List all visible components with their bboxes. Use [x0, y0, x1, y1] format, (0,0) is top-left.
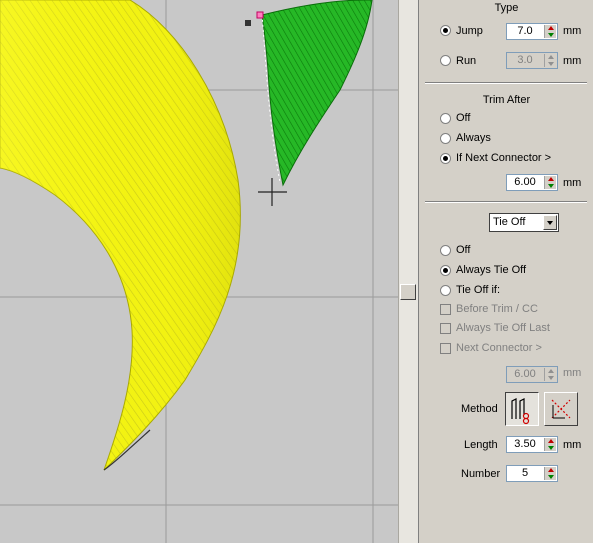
cross-tie-off-icon [551, 399, 571, 419]
always-tie-off-radio[interactable] [440, 265, 451, 276]
green-crescent-stitches[interactable] [245, 0, 373, 187]
trim-always-label: Always [456, 132, 491, 144]
section-divider [425, 201, 587, 203]
tie-off-distance-value: 6.00 [514, 368, 536, 380]
tie-off-if-radio[interactable] [440, 285, 451, 296]
spin-up-icon[interactable] [548, 55, 554, 59]
tie-off-distance-unit: mm [563, 367, 582, 379]
before-trim-checkbox[interactable] [440, 304, 451, 315]
design-view[interactable] [0, 0, 398, 543]
spin-down-icon[interactable] [548, 376, 554, 380]
spin-up-icon[interactable] [548, 369, 554, 373]
tie-off-length-unit: mm [563, 439, 582, 451]
tie-off-select-value: Tie Off [493, 216, 526, 228]
number-label: Number [461, 468, 501, 480]
next-connector-label: Next Connector > [456, 342, 542, 354]
spin-up-icon[interactable] [548, 468, 554, 472]
trim-if-next-label: If Next Connector > [456, 152, 552, 164]
tie-off-distance-stepper[interactable]: 6.00 [506, 366, 558, 383]
trim-always-radio[interactable] [440, 133, 451, 144]
spin-down-icon[interactable] [548, 475, 554, 479]
tie-off-length-value: 3.50 [514, 438, 536, 450]
jump-unit: mm [563, 25, 582, 37]
tie-off-off-label: Off [456, 244, 471, 256]
run-length-stepper[interactable]: 3.0 [506, 52, 558, 69]
tie-off-number-value: 5 [521, 467, 529, 479]
spin-up-icon[interactable] [548, 177, 554, 181]
always-tie-off-last-label: Always Tie Off Last [456, 322, 550, 334]
tie-off-select[interactable]: Tie Off [489, 213, 559, 232]
run-label: Run [456, 55, 477, 67]
tie-off-off-radio[interactable] [440, 245, 451, 256]
trim-off-radio[interactable] [440, 113, 451, 124]
design-canvas[interactable] [0, 0, 398, 543]
jump-length-value: 7.0 [517, 25, 533, 37]
tie-off-number-stepper[interactable]: 5 [506, 465, 558, 482]
spin-up-icon[interactable] [548, 26, 554, 30]
trim-after-heading: Trim After [482, 94, 531, 106]
run-unit: mm [563, 55, 582, 67]
vertical-scrollbar[interactable] [398, 0, 418, 543]
trim-length-unit: mm [563, 177, 582, 189]
spin-up-icon[interactable] [548, 439, 554, 443]
length-label: Length [464, 439, 498, 451]
trim-length-value: 6.00 [514, 176, 536, 188]
tie-off-if-label: Tie Off if: [456, 284, 501, 296]
scrollbar-thumb[interactable] [400, 284, 416, 300]
spin-down-icon[interactable] [548, 62, 554, 66]
run-length-value: 3.0 [517, 54, 533, 66]
method-zigzag-button[interactable] [505, 392, 539, 426]
section-divider [425, 82, 587, 84]
method-cross-button[interactable] [544, 392, 578, 426]
jump-radio[interactable] [440, 25, 451, 36]
type-heading: Type [494, 2, 519, 14]
always-tie-off-last-checkbox[interactable] [440, 323, 451, 334]
chevron-down-icon[interactable] [543, 215, 557, 230]
properties-panel: Type Jump 7.0 mm Run 3.0 mm Trim After O… [418, 0, 593, 543]
jump-length-stepper[interactable]: 7.0 [506, 23, 558, 40]
trim-if-next-radio[interactable] [440, 153, 451, 164]
zigzag-tie-off-icon [511, 398, 530, 425]
next-connector-checkbox[interactable] [440, 343, 451, 354]
jump-label: Jump [456, 25, 483, 37]
yellow-crescent-stitches[interactable] [0, 0, 241, 471]
tie-off-length-stepper[interactable]: 3.50 [506, 436, 558, 453]
spin-down-icon[interactable] [548, 446, 554, 450]
run-radio[interactable] [440, 55, 451, 66]
trim-off-label: Off [456, 112, 471, 124]
method-label: Method [461, 403, 498, 415]
always-tie-off-label: Always Tie Off [456, 264, 527, 276]
spin-down-icon[interactable] [548, 184, 554, 188]
trim-length-stepper[interactable]: 6.00 [506, 174, 558, 191]
spin-down-icon[interactable] [548, 33, 554, 37]
before-trim-label: Before Trim / CC [456, 303, 538, 315]
